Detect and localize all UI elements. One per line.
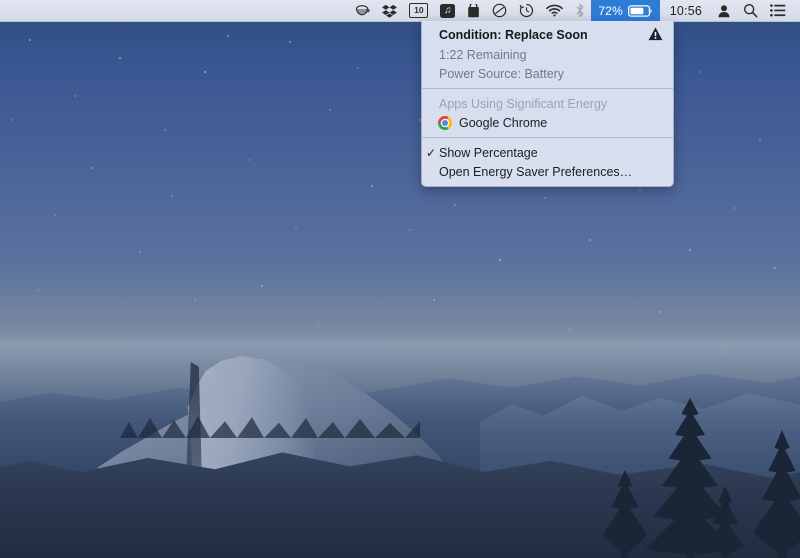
battery-icon — [628, 5, 653, 17]
battery-status-item[interactable]: 72% — [591, 0, 659, 22]
desktop-screen: 10 ♫ — [0, 0, 800, 558]
caffeine-icon[interactable] — [349, 0, 376, 22]
menu-item-show-percentage[interactable]: ✓ Show Percentage — [422, 143, 673, 162]
battery-power-source-row: Power Source: Battery — [422, 64, 673, 83]
open-preferences-label: Open Energy Saver Preferences… — [439, 165, 632, 179]
battery-remaining-label: 1:22 Remaining — [439, 48, 527, 62]
bag-icon[interactable] — [461, 0, 486, 22]
starfield — [0, 0, 800, 370]
menu-separator-1 — [422, 88, 673, 89]
menubar-clock[interactable]: 10:56 — [660, 4, 711, 18]
notification-center-icon[interactable] — [764, 0, 792, 22]
do-not-disturb-icon[interactable] — [486, 0, 513, 22]
calendar-day-badge: 10 — [409, 3, 428, 18]
battery-condition-row: Condition: Replace Soon — [422, 25, 673, 45]
menu-separator-2 — [422, 137, 673, 138]
status-items-group: 10 ♫ — [349, 0, 800, 22]
menu-item-open-energy-saver-preferences[interactable]: Open Energy Saver Preferences… — [422, 162, 673, 181]
calendar-10-icon[interactable]: 10 — [403, 0, 434, 22]
spotlight-search-icon[interactable] — [737, 0, 764, 22]
battery-condition-label: Condition: Replace Soon — [439, 28, 588, 42]
menu-item-google-chrome[interactable]: Google Chrome — [422, 113, 673, 132]
battery-percentage-label: 72% — [598, 4, 622, 18]
user-account-icon[interactable] — [711, 0, 737, 22]
apps-using-energy-label: Apps Using Significant Energy — [439, 97, 607, 111]
time-machine-icon[interactable] — [513, 0, 540, 22]
wifi-icon[interactable] — [540, 0, 569, 22]
music-note-icon[interactable]: ♫ — [434, 0, 461, 22]
desktop-wallpaper — [0, 0, 800, 558]
apps-using-energy-header: Apps Using Significant Energy — [422, 94, 673, 113]
warning-triangle-icon — [648, 27, 663, 44]
show-percentage-label: Show Percentage — [439, 146, 538, 160]
chrome-icon — [438, 116, 452, 130]
battery-dropdown-menu: Condition: Replace Soon 1:22 Remaining P… — [421, 21, 674, 187]
bluetooth-icon[interactable] — [569, 0, 591, 22]
battery-power-source-label: Power Source: Battery — [439, 67, 564, 81]
google-chrome-label: Google Chrome — [459, 116, 547, 130]
battery-remaining-row: 1:22 Remaining — [422, 45, 673, 64]
menu-bar: 10 ♫ — [0, 0, 800, 22]
dropbox-icon[interactable] — [376, 0, 403, 22]
music-note-glyph: ♫ — [440, 4, 455, 18]
checkmark-icon: ✓ — [426, 146, 439, 160]
